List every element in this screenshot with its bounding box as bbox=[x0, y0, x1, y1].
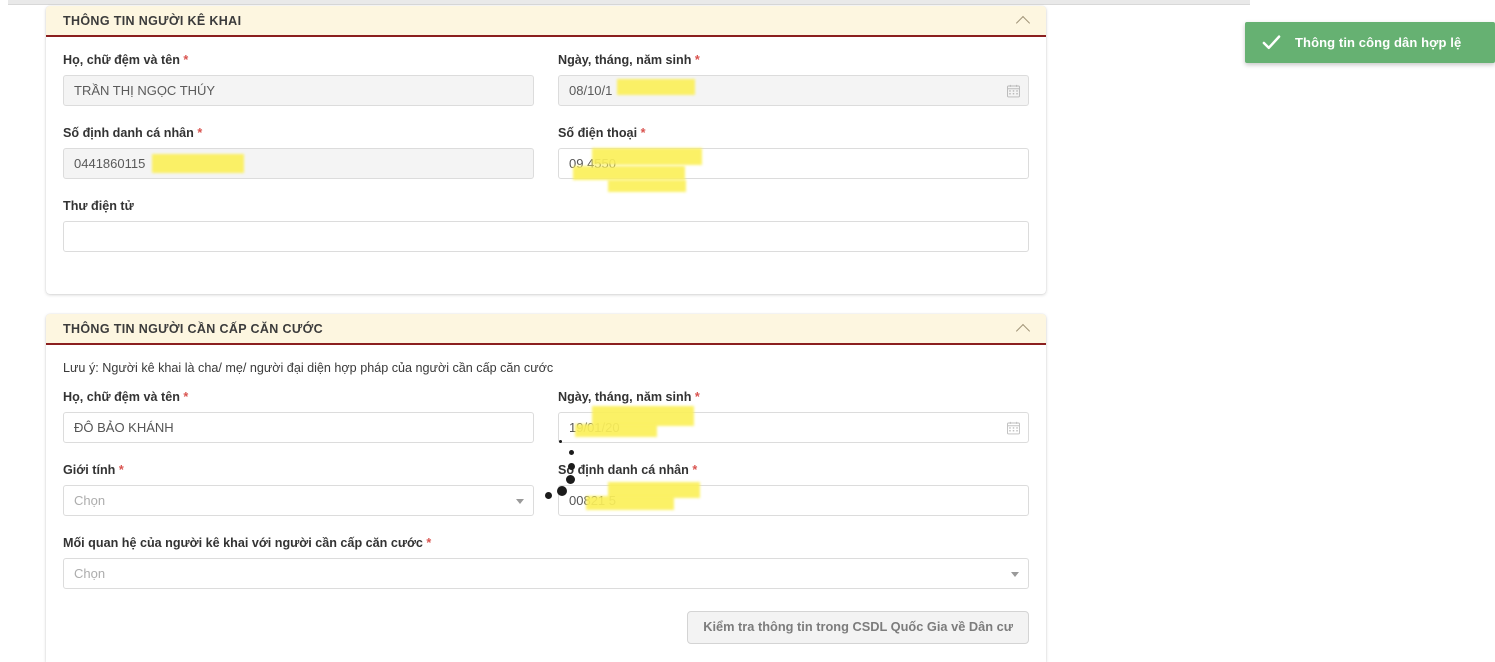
declarant-fullname-label: Họ, chữ đệm và tên * bbox=[63, 53, 189, 67]
cursor-trail-dot bbox=[559, 440, 562, 443]
declarant-dob-label: Ngày, tháng, năm sinh * bbox=[558, 53, 700, 67]
subject-gender-label: Giới tính * bbox=[63, 463, 124, 478]
declarant-phone-field: Số điện thoại * 09 4550 bbox=[558, 126, 1029, 180]
subject-fullname-field: Họ, chữ đệm và tên * ĐÔ BẢO KHÁNH bbox=[63, 390, 534, 444]
success-toast[interactable]: Thông tin công dân hợp lệ bbox=[1245, 22, 1495, 63]
subject-actions: Kiểm tra thông tin trong CSDL Quốc Gia v… bbox=[46, 609, 1046, 645]
declarant-personal-id-label: Số định danh cá nhân * bbox=[63, 126, 203, 141]
subject-relationship-placeholder: Chọn bbox=[74, 566, 106, 582]
declarant-dob-input[interactable]: 08/10/1 bbox=[558, 75, 1029, 107]
check-icon bbox=[1262, 35, 1281, 50]
declarant-fullname-input[interactable]: TRẦN THỊ NGỌC THÚY bbox=[63, 75, 534, 107]
subject-gender-select[interactable]: Chọn bbox=[63, 485, 534, 517]
subject-fullname-input[interactable]: ĐÔ BẢO KHÁNH bbox=[63, 412, 534, 444]
subject-personal-id-field: Số định danh cá nhân * 00821 5 bbox=[558, 463, 1029, 517]
subject-dob-wrap: 19/01/20 bbox=[558, 412, 1029, 444]
subject-gender-placeholder: Chọn bbox=[74, 493, 106, 509]
declarant-personal-id-input[interactable]: 0441860115 bbox=[63, 148, 534, 180]
subject-relationship-field: Mối quan hệ của người kê khai với người … bbox=[63, 536, 1029, 590]
cursor-trail-dot bbox=[557, 486, 567, 496]
cursor-trail-dot bbox=[545, 492, 552, 499]
subject-gender-select-wrap: Chọn bbox=[63, 485, 534, 517]
subject-personal-id-label: Số định danh cá nhân * bbox=[558, 463, 698, 478]
subject-relationship-select-wrap: Chọn bbox=[63, 558, 1029, 590]
subject-relationship-label: Mối quan hệ của người kê khai với người … bbox=[63, 536, 432, 551]
declarant-email-input[interactable] bbox=[63, 221, 1029, 253]
subject-row-1: Họ, chữ đệm và tên * ĐÔ BẢO KHÁNH Ngày, … bbox=[63, 390, 1029, 463]
subject-personal-id-input[interactable]: 00821 5 bbox=[558, 485, 1029, 517]
cursor-trail-dot bbox=[568, 463, 575, 470]
chevron-up-icon[interactable] bbox=[1016, 13, 1032, 29]
declarant-phone-label: Số điện thoại * bbox=[558, 126, 646, 141]
declarant-personal-id-field: Số định danh cá nhân * 0441860115 bbox=[63, 126, 534, 180]
declarant-row-3: Thư điện tử bbox=[63, 199, 1029, 272]
declarant-section-body: Họ, chữ đệm và tên * TRẦN THỊ NGỌC THÚY … bbox=[46, 37, 1046, 272]
success-toast-message: Thông tin công dân hợp lệ bbox=[1295, 35, 1462, 50]
subject-section-body: Lưu ý: Người kê khai là cha/ mẹ/ người đ… bbox=[46, 345, 1046, 609]
declarant-email-label: Thư điện tử bbox=[63, 199, 134, 214]
subject-row-2: Giới tính * Chọn Số định danh cá nhân * bbox=[63, 463, 1029, 536]
declarant-section-header[interactable]: THÔNG TIN NGƯỜI KÊ KHAI bbox=[46, 6, 1046, 37]
declarant-email-field: Thư điện tử bbox=[63, 199, 1029, 253]
subject-section-header[interactable]: THÔNG TIN NGƯỜI CẦN CẤP CĂN CƯỚC bbox=[46, 314, 1046, 345]
cursor-trail-dot bbox=[569, 450, 574, 455]
declarant-info-card: THÔNG TIN NGƯỜI KÊ KHAI Họ, chữ đệm và t… bbox=[46, 6, 1046, 294]
subject-row-3: Mối quan hệ của người kê khai với người … bbox=[63, 536, 1029, 609]
chevron-up-icon[interactable] bbox=[1016, 321, 1032, 337]
subject-dob-input[interactable]: 19/01/20 bbox=[558, 412, 1029, 444]
subject-relationship-select[interactable]: Chọn bbox=[63, 558, 1029, 590]
subject-gender-field: Giới tính * Chọn bbox=[63, 463, 534, 517]
subject-dob-label: Ngày, tháng, năm sinh * bbox=[558, 390, 700, 404]
subject-info-card: THÔNG TIN NGƯỜI CẦN CẤP CĂN CƯỚC Lưu ý: … bbox=[46, 314, 1046, 662]
declarant-dob-field: Ngày, tháng, năm sinh * 08/10/1 bbox=[558, 53, 1029, 107]
declarant-section-title: THÔNG TIN NGƯỜI KÊ KHAI bbox=[63, 13, 242, 28]
subject-section-title: THÔNG TIN NGƯỜI CẦN CẤP CĂN CƯỚC bbox=[63, 321, 323, 336]
subject-dob-field: Ngày, tháng, năm sinh * 19/01/20 bbox=[558, 390, 1029, 444]
declarant-row-2: Số định danh cá nhân * 0441860115 Số điệ… bbox=[63, 126, 1029, 199]
declarant-row-1: Họ, chữ đệm và tên * TRẦN THỊ NGỌC THÚY … bbox=[63, 53, 1029, 126]
declarant-dob-wrap: 08/10/1 bbox=[558, 75, 1029, 107]
subject-fullname-label: Họ, chữ đệm và tên * bbox=[63, 390, 189, 404]
check-national-database-button[interactable]: Kiểm tra thông tin trong CSDL Quốc Gia v… bbox=[687, 611, 1029, 645]
declarant-fullname-field: Họ, chữ đệm và tên * TRẦN THỊ NGỌC THÚY bbox=[63, 53, 534, 107]
cursor-trail-dot bbox=[566, 475, 575, 484]
subject-note: Lưu ý: Người kê khai là cha/ mẹ/ người đ… bbox=[63, 361, 554, 375]
top-page-strip bbox=[8, 0, 1250, 5]
declarant-phone-input[interactable]: 09 4550 bbox=[558, 148, 1029, 180]
